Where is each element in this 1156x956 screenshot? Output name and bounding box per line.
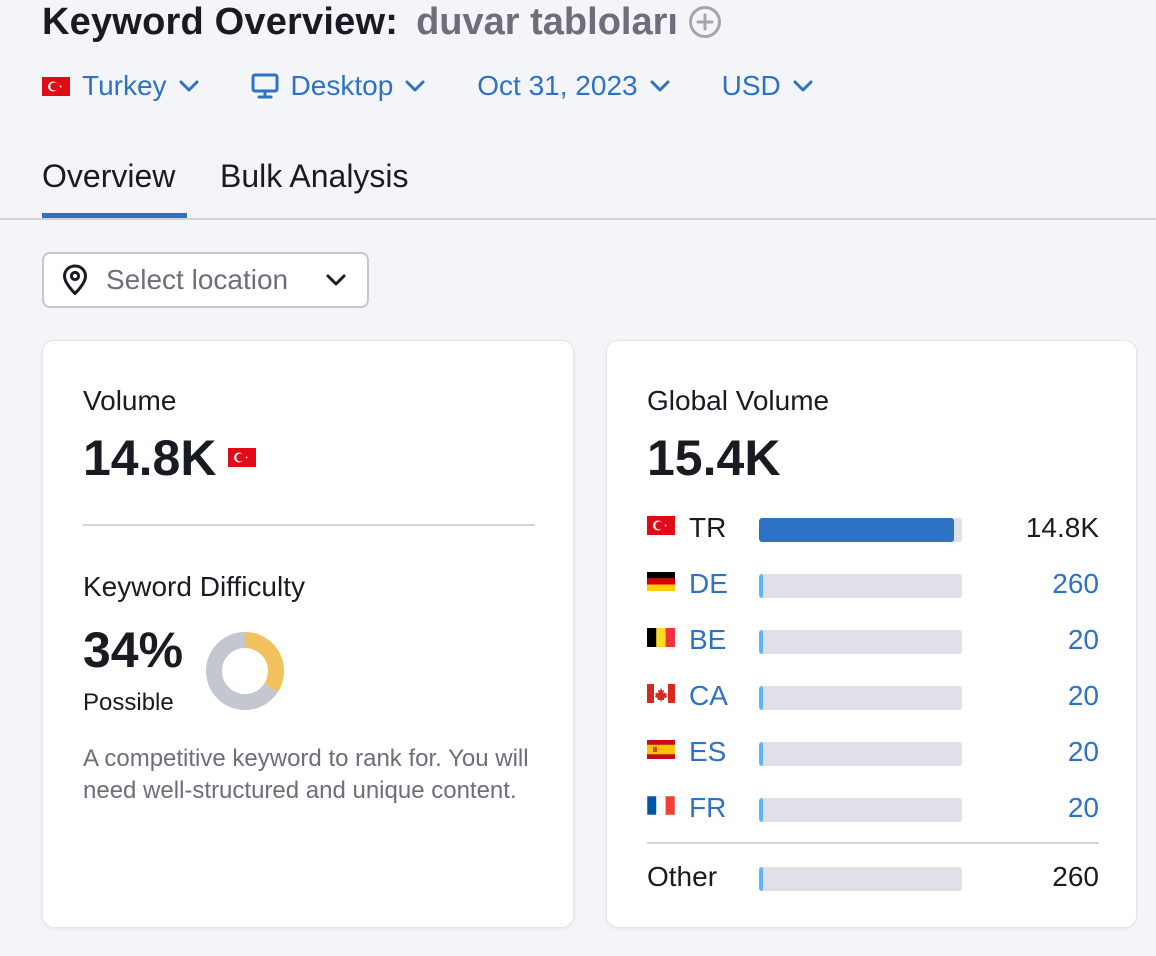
global-volume-card: Global Volume 15.4K TR 14.8K DE 260 BE 2…	[606, 340, 1137, 928]
country-row-fr: FR 20	[647, 792, 1099, 828]
volume-bar	[759, 630, 962, 654]
tr-flag-icon	[647, 516, 675, 535]
volume-value: 14.8K	[83, 430, 217, 486]
kd-donut-chart	[206, 632, 284, 710]
device-filter-label: Desktop	[290, 70, 394, 101]
page-header: Keyword Overview: duvar tabloları	[42, 0, 722, 44]
country-code-link[interactable]: BE	[689, 624, 726, 656]
tr-flag-icon	[42, 76, 70, 96]
keyword-text: duvar tabloları	[416, 0, 678, 43]
location-select-placeholder: Select location	[106, 264, 289, 295]
chevron-down-icon	[405, 80, 425, 92]
country-code-link[interactable]: ES	[689, 736, 726, 768]
device-filter[interactable]: Desktop	[251, 70, 426, 102]
active-tab-indicator	[42, 213, 187, 218]
kd-label: Keyword Difficulty	[83, 571, 306, 602]
chevron-down-icon	[650, 80, 670, 92]
location-pin-icon	[60, 263, 90, 297]
other-volume: 260	[1052, 861, 1099, 892]
page-title: Keyword Overview:	[42, 0, 399, 43]
volume-bar-fill	[759, 867, 764, 891]
country-volume-link[interactable]: 20	[1068, 792, 1099, 824]
fr-flag-icon	[647, 796, 675, 815]
country-volume-link[interactable]: 20	[1068, 624, 1099, 656]
volume-bar-fill	[759, 574, 764, 598]
volume-bar	[759, 686, 962, 710]
country-code-link[interactable]: DE	[689, 568, 728, 600]
currency-filter[interactable]: USD	[722, 70, 813, 102]
chevron-down-icon	[325, 273, 347, 287]
country-code: TR	[689, 512, 727, 543]
volume-bar-fill	[759, 686, 764, 710]
country-volume-link[interactable]: 20	[1068, 736, 1099, 768]
desktop-icon	[251, 73, 279, 99]
country-volume: 14.8K	[1025, 512, 1099, 543]
ca-flag-icon	[647, 684, 675, 703]
country-code-link[interactable]: CA	[689, 680, 728, 712]
country-volume-link[interactable]: 20	[1068, 680, 1099, 712]
volume-label: Volume	[83, 385, 177, 416]
other-label: Other	[647, 861, 718, 892]
date-filter-label: Oct 31, 2023	[477, 70, 638, 101]
country-row-ca: CA 20	[647, 680, 1099, 716]
chevron-down-icon	[179, 80, 199, 92]
volume-bar-fill	[759, 742, 764, 766]
volume-bar	[759, 798, 962, 822]
country-filter[interactable]: Turkey	[42, 70, 199, 102]
tr-flag-icon	[228, 448, 256, 467]
volume-kd-card: Volume 14.8K Keyword Difficulty 34% Poss…	[42, 340, 574, 928]
card-divider	[647, 842, 1099, 844]
be-flag-icon	[647, 628, 675, 647]
location-select[interactable]: Select location	[42, 252, 369, 308]
add-circle-icon[interactable]	[688, 5, 722, 39]
filter-bar: Turkey Desktop Oct 31, 2023 USD	[42, 64, 865, 108]
volume-bar-fill	[759, 630, 764, 654]
country-row-other: Other 260	[647, 861, 1099, 897]
volume-bar	[759, 574, 962, 598]
tab-overview[interactable]: Overview	[42, 158, 175, 195]
chevron-down-icon	[793, 80, 813, 92]
card-divider	[83, 524, 535, 526]
es-flag-icon	[647, 740, 675, 759]
country-row-de: DE 260	[647, 568, 1099, 604]
global-volume-label: Global Volume	[647, 385, 830, 416]
tab-bar: Overview Bulk Analysis	[0, 140, 1156, 220]
volume-bar-fill	[759, 798, 764, 822]
de-flag-icon	[647, 572, 675, 591]
volume-bar	[759, 867, 962, 891]
country-row-tr: TR 14.8K	[647, 512, 1099, 548]
country-code-link[interactable]: FR	[689, 792, 726, 824]
currency-filter-label: USD	[721, 70, 781, 101]
kd-level: Possible	[83, 689, 174, 716]
country-volume-link[interactable]: 260	[1052, 568, 1099, 600]
country-filter-label: Turkey	[82, 70, 167, 101]
kd-value: 34%	[83, 622, 184, 678]
volume-bar	[759, 742, 962, 766]
kd-description: A competitive keyword to rank for. You w…	[83, 745, 529, 804]
volume-bar	[759, 518, 962, 542]
country-row-be: BE 20	[647, 624, 1099, 660]
global-volume-value: 15.4K	[647, 430, 781, 486]
date-filter[interactable]: Oct 31, 2023	[477, 70, 670, 102]
tab-bulk-analysis[interactable]: Bulk Analysis	[220, 158, 409, 195]
volume-bar-fill	[759, 518, 954, 542]
country-row-es: ES 20	[647, 736, 1099, 772]
